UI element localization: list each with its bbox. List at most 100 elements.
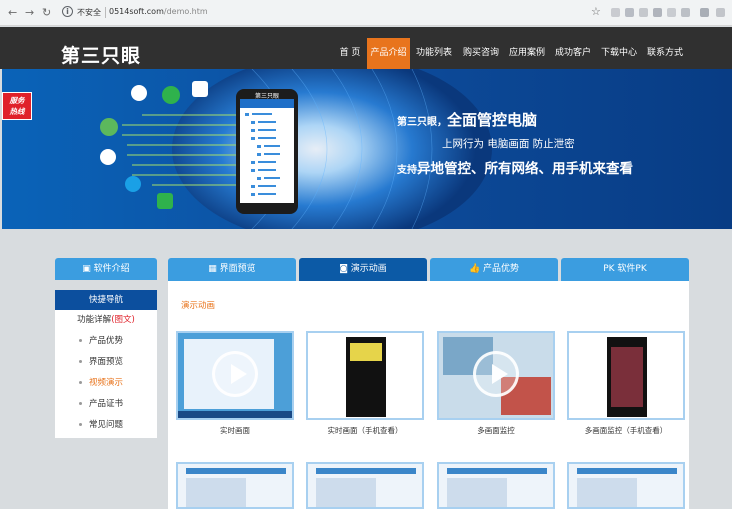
tab[interactable]: PK 软件PK (561, 258, 689, 281)
sidebar-items: 产品优势界面预览视频演示产品证书常见问题 (55, 331, 157, 436)
sidebar-item-label: 产品证书 (89, 399, 124, 409)
wechat-app-icon (162, 86, 180, 104)
video-thumbnail[interactable] (567, 331, 685, 420)
sidebar-item-label: 视频演示 (89, 378, 124, 388)
tab[interactable]: ▦ 界面预览 (168, 258, 296, 281)
video-caption[interactable]: 多画面监控 (437, 425, 555, 436)
nav-item[interactable]: 成功客户 (552, 38, 594, 69)
arrow-left-icon[interactable]: ← (8, 6, 17, 20)
banner-line-3: 支持异地管控、所有网络、用手机来查看 (397, 157, 633, 177)
url-separator (105, 7, 106, 18)
phone-title: 第三只眼 (254, 93, 279, 100)
bullet-icon (79, 359, 82, 363)
extension-icon[interactable] (625, 8, 634, 17)
service-hotline-badge[interactable]: 服务 热线 (2, 92, 32, 120)
video-thumbnail[interactable] (437, 462, 555, 509)
site-header: 第三只眼 首 页产品介绍 功能列表 购买咨询 应用案例 成功客户 下载中心 联系方式 (0, 27, 732, 69)
video-caption[interactable]: 实时画面（手机查看） (306, 425, 424, 436)
banner-line-2: 上网行为 电脑画面 防止泄密 (442, 138, 575, 150)
sidebar-item-label: 界面预览 (89, 357, 124, 367)
nav-item[interactable]: 产品介绍 (367, 38, 410, 69)
software-intro-icon: ▣ (82, 264, 94, 274)
arrow-right-icon[interactable]: → (25, 6, 34, 20)
chat-app-icon (157, 193, 173, 209)
tab-label: 软件PK (617, 264, 647, 274)
service-badge-line-1: 服务 (9, 96, 25, 105)
pk-icon: PK (603, 264, 618, 274)
play-icon[interactable] (473, 351, 519, 397)
banner-line-3-prefix: 支持 (397, 165, 417, 176)
video-thumbnail[interactable] (437, 331, 555, 420)
sidebar-item[interactable]: 常见问题 (55, 415, 157, 436)
service-badge-line-2: 热线 (9, 107, 25, 116)
house-app-icon (192, 81, 208, 97)
sidebar-item[interactable]: 视频演示 (55, 373, 157, 394)
bullet-icon (79, 338, 82, 342)
extension-icon[interactable] (611, 8, 620, 17)
sidebar-item-detail[interactable]: 功能详解(图文) (55, 310, 157, 331)
banner-line-1: 第三只眼，全面管控电脑 (397, 109, 537, 130)
url-host: 0514soft.com (109, 7, 164, 16)
sidebar-item-label: 产品优势 (89, 336, 124, 346)
nav-item[interactable]: 购买咨询 (460, 38, 502, 69)
menu-icon[interactable] (716, 8, 725, 17)
sidebar-item[interactable]: 界面预览 (55, 352, 157, 373)
star-icon[interactable]: ☆ (591, 5, 601, 18)
page: ← → ↻ i 不安全 0514soft.com/demo.htm ☆ 第三只眼… (0, 0, 732, 509)
profile-avatar[interactable] (700, 8, 709, 17)
thumbs-up-icon: 👍 (468, 264, 484, 274)
reload-icon[interactable]: ↻ (42, 6, 51, 20)
skype-app-icon (125, 176, 141, 192)
nav-item[interactable]: 下载中心 (598, 38, 640, 69)
sidebar-header-label: 软件介绍 (93, 264, 130, 274)
site-logo[interactable]: 第三只眼 (61, 41, 141, 68)
nav-item[interactable]: 首 页 (334, 38, 366, 69)
nav-item[interactable]: 应用案例 (506, 38, 548, 69)
sidebar-detail-suffix: (图文) (111, 315, 135, 325)
sidebar-detail-label: 功能详解 (77, 315, 112, 325)
quick-nav-header: 快捷导航 (55, 290, 157, 310)
address-bar[interactable]: 0514soft.com/demo.htm (109, 7, 208, 16)
sidebar-item[interactable]: 产品优势 (55, 331, 157, 352)
extension-icon[interactable] (681, 8, 690, 17)
tab-label: 演示动画 (350, 264, 387, 274)
bullet-icon (79, 401, 82, 405)
nav-item[interactable]: 联系方式 (644, 38, 686, 69)
extension-icon[interactable] (653, 8, 662, 17)
video-thumbnail[interactable] (176, 462, 294, 509)
sidebar-item-label: 常见问题 (89, 420, 124, 430)
info-icon[interactable]: i (62, 6, 73, 17)
tab-label: 产品优势 (483, 264, 520, 274)
nav-item[interactable]: 功能列表 (413, 38, 455, 69)
video-thumbnail[interactable] (567, 462, 685, 509)
banner-line-3-main: 异地管控、所有网络、用手机来查看 (417, 161, 633, 177)
extension-icon[interactable] (667, 8, 676, 17)
banner-line-1-main: 全面管控电脑 (447, 111, 538, 129)
sidebar-header-bar: ▣ 软件介绍 (55, 258, 157, 280)
video-thumbnail[interactable] (306, 331, 424, 420)
banner-graphic (2, 69, 732, 229)
play-icon[interactable] (212, 351, 258, 397)
tab-label: 界面预览 (219, 264, 256, 274)
video-thumbnail[interactable] (306, 462, 424, 509)
email-app-icon (100, 118, 118, 136)
qq-app-icon (100, 149, 116, 165)
browser-toolbar: ← → ↻ i 不安全 0514soft.com/demo.htm ☆ (0, 0, 732, 26)
tab[interactable]: ◙ 演示动画 (299, 258, 427, 281)
security-label[interactable]: 不安全 (77, 7, 101, 18)
sidebar: 快捷导航 功能详解(图文) 产品优势界面预览视频演示产品证书常见问题 (55, 290, 157, 438)
banner-line-1-prefix: 第三只眼， (397, 117, 447, 128)
video-caption[interactable]: 实时画面 (176, 425, 294, 436)
extension-icon[interactable] (639, 8, 648, 17)
video-thumbnail[interactable] (176, 331, 294, 420)
butterfly-app-icon (131, 85, 147, 101)
tab[interactable]: 👍 产品优势 (430, 258, 558, 281)
video-caption[interactable]: 多画面监控（手机查看） (567, 425, 685, 436)
sidebar-item[interactable]: 产品证书 (55, 394, 157, 415)
url-path: /demo.htm (163, 7, 208, 16)
sidebar-header: ▣ 软件介绍 (55, 258, 157, 280)
content-title: 演示动画 (181, 301, 216, 311)
bullet-icon (79, 380, 82, 384)
hero-banner: 第三只眼，全面管控电脑 上网行为 电脑画面 防止泄密 支持异地管控、所有网络、用… (2, 69, 732, 229)
bullet-icon (79, 422, 82, 426)
